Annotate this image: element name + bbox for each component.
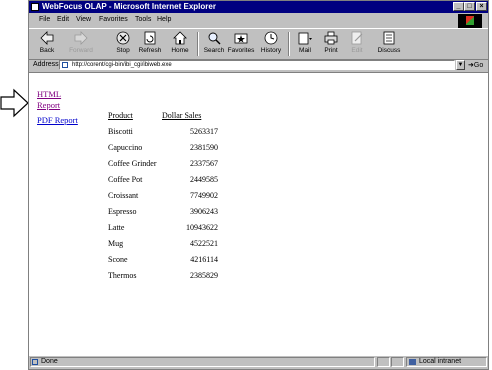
html-report-link-line2[interactable]: Report xyxy=(37,100,60,110)
menu-view[interactable]: View xyxy=(76,14,91,26)
maximize-button[interactable]: □ xyxy=(464,2,475,11)
product-cell: Coffee Grinder xyxy=(108,159,157,168)
history-icon xyxy=(264,31,278,45)
browser-window: WebFocus OLAP - Microsoft Internet Explo… xyxy=(28,0,489,370)
menu-help[interactable]: Help xyxy=(157,14,171,26)
sales-cell: 7749902 xyxy=(190,191,218,200)
favorites-icon xyxy=(234,33,248,44)
table-row: Coffee Grinder 2337567 xyxy=(108,159,218,175)
ie-throbber xyxy=(458,14,482,28)
column-header-dollar-sales: Dollar Sales xyxy=(162,111,202,120)
product-cell: Espresso xyxy=(108,207,137,216)
sales-cell: 10943622 xyxy=(186,223,218,232)
address-bar: Address http://corent/cgi-bin/ibi_cgi/ib… xyxy=(29,59,488,71)
menu-bar: File Edit View Favorites Tools Help xyxy=(29,14,488,26)
sales-cell: 2385829 xyxy=(190,271,218,280)
table-row: Mug 4522521 xyxy=(108,239,218,255)
address-label: Address xyxy=(33,61,59,68)
refresh-button[interactable]: Refresh xyxy=(135,31,165,54)
sales-cell: 2337567 xyxy=(190,159,218,168)
menu-file[interactable]: File xyxy=(39,14,50,26)
pdf-report-link[interactable]: PDF Report xyxy=(37,115,78,125)
edit-page-icon xyxy=(351,31,363,45)
printer-icon xyxy=(324,31,338,45)
product-cell: Capuccino xyxy=(108,143,143,152)
refresh-icon xyxy=(144,31,156,45)
sales-cell: 2381590 xyxy=(190,143,218,152)
minimize-button[interactable]: _ xyxy=(453,2,464,11)
forward-arrow-icon xyxy=(74,31,88,45)
product-cell: Scone xyxy=(108,255,128,264)
close-button[interactable]: × xyxy=(476,2,487,11)
window-title: WebFocus OLAP - Microsoft Internet Explo… xyxy=(42,2,216,11)
stop-icon xyxy=(116,31,130,45)
stop-button[interactable]: Stop xyxy=(108,31,138,54)
table-row: Capuccino 2381590 xyxy=(108,143,218,159)
table-row: Coffee Pot 2449585 xyxy=(108,175,218,191)
go-button[interactable]: ➜Go xyxy=(468,61,483,69)
status-cell xyxy=(377,357,390,367)
table-row: Scone 4216114 xyxy=(108,255,218,271)
windows-logo-icon xyxy=(466,16,474,25)
intranet-zone-icon xyxy=(409,359,416,365)
edit-button[interactable]: Edit xyxy=(342,31,372,54)
product-cell: Biscotti xyxy=(108,127,133,136)
security-zone: Local intranet xyxy=(406,357,487,367)
page-done-icon xyxy=(32,359,38,365)
sales-cell: 4522521 xyxy=(190,239,218,248)
status-cell xyxy=(391,357,404,367)
mail-icon xyxy=(298,32,312,45)
table-row: Biscotti 5263317 xyxy=(108,127,218,143)
back-arrow-icon xyxy=(40,31,54,45)
product-cell: Thermos xyxy=(108,271,137,280)
table-row: Thermos 2385829 xyxy=(108,271,218,287)
product-cell: Latte xyxy=(108,223,125,232)
table-row: Espresso 3906243 xyxy=(108,207,218,223)
forward-button[interactable]: Forward xyxy=(66,31,96,54)
status-text: Done xyxy=(30,357,375,367)
table-row: Croissant 7749902 xyxy=(108,191,218,207)
sales-cell: 2449585 xyxy=(190,175,218,184)
pointer-arrow-icon xyxy=(0,88,29,118)
status-bar: Done Local intranet xyxy=(29,355,488,369)
sales-cell: 5263317 xyxy=(190,127,218,136)
address-dropdown-button[interactable]: ▼ xyxy=(456,60,465,70)
column-header-product: Product xyxy=(108,111,133,120)
product-cell: Croissant xyxy=(108,191,139,200)
favorites-button[interactable]: Favorites xyxy=(226,31,256,54)
discuss-button[interactable]: Discuss xyxy=(374,31,404,54)
search-icon xyxy=(208,32,221,45)
page-content: HTML Report PDF Report Product Dollar Sa… xyxy=(29,72,488,356)
home-icon xyxy=(173,31,187,45)
menu-edit[interactable]: Edit xyxy=(57,14,69,26)
history-button[interactable]: History xyxy=(256,31,286,54)
page-icon xyxy=(62,62,68,68)
menu-favorites[interactable]: Favorites xyxy=(99,14,128,26)
ie-app-icon xyxy=(31,3,39,11)
product-cell: Coffee Pot xyxy=(108,175,143,184)
menu-tools[interactable]: Tools xyxy=(135,14,151,26)
table-row: Latte 10943622 xyxy=(108,223,218,239)
toolbar: Back Forward Stop Refresh Home Search Fa… xyxy=(29,28,488,60)
sales-cell: 4216114 xyxy=(190,255,218,264)
home-button[interactable]: Home xyxy=(165,31,195,54)
discuss-icon xyxy=(383,31,395,45)
html-report-link-line1[interactable]: HTML xyxy=(37,89,61,99)
search-button[interactable]: Search xyxy=(199,31,229,54)
back-button[interactable]: Back xyxy=(32,31,62,54)
product-cell: Mug xyxy=(108,239,124,248)
address-url: http://corent/cgi-bin/ibi_cgi/ibiweb.exe xyxy=(72,62,172,68)
address-input[interactable]: http://corent/cgi-bin/ibi_cgi/ibiweb.exe xyxy=(59,60,455,70)
title-bar: WebFocus OLAP - Microsoft Internet Explo… xyxy=(29,1,488,13)
sales-cell: 3906243 xyxy=(190,207,218,216)
